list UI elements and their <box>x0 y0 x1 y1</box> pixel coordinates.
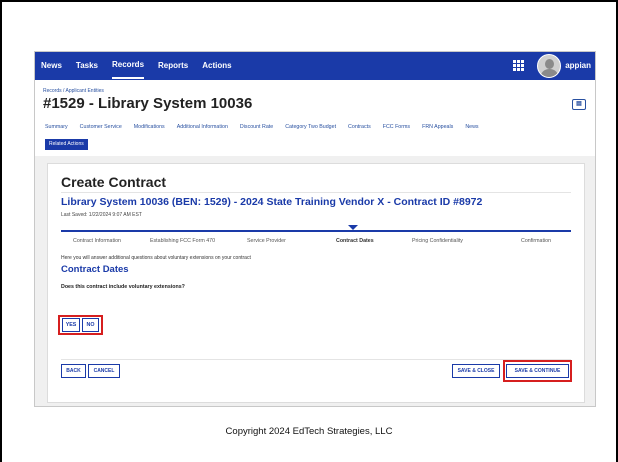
record-tabs: Summary Customer Service Modifications A… <box>45 124 491 130</box>
save-close-button[interactable]: SAVE & CLOSE <box>452 364 500 378</box>
tab-fcc-forms[interactable]: FCC Forms <box>383 124 410 130</box>
tab-summary[interactable]: Summary <box>45 124 68 130</box>
nav-reports[interactable]: Reports <box>158 52 188 80</box>
record-title: #1529 - Library System 10036 <box>43 95 253 112</box>
tab-contracts[interactable]: Contracts <box>348 124 371 130</box>
tab-additional-information[interactable]: Additional Information <box>177 124 228 130</box>
last-saved-text: Last Saved: 1/22/2024 9:07 AM EST <box>61 212 142 218</box>
top-navigation-bar: News Tasks Records Reports Actions appia… <box>35 52 595 80</box>
nav-tasks[interactable]: Tasks <box>76 52 98 80</box>
nav-actions[interactable]: Actions <box>202 52 231 80</box>
record-header: Records / Applicant Entities #1529 - Lib… <box>35 80 595 156</box>
app-grid-icon[interactable] <box>513 60 524 71</box>
divider <box>61 192 571 193</box>
instructions-text: Here you will answer additional question… <box>61 255 251 261</box>
section-heading: Contract Dates <box>61 264 129 275</box>
nav-records[interactable]: Records <box>112 53 145 79</box>
step-confirmation: Confirmation <box>521 238 552 244</box>
yes-button[interactable]: YES <box>62 318 80 332</box>
divider <box>61 359 571 360</box>
step-contract-dates: Contract Dates <box>336 238 374 244</box>
user-avatar[interactable] <box>537 54 561 78</box>
step-pricing-confidentiality: Pricing Confidentiality <box>412 238 463 244</box>
app-screenshot: News Tasks Records Reports Actions appia… <box>34 51 596 407</box>
tab-modifications[interactable]: Modifications <box>134 124 165 130</box>
breadcrumb[interactable]: Records / Applicant Entities <box>43 88 104 94</box>
tab-category-two-budget[interactable]: Category Two Budget <box>285 124 336 130</box>
save-continue-button[interactable]: SAVE & CONTINUE <box>506 364 569 378</box>
create-contract-form: Create Contract Library System 10036 (BE… <box>47 163 585 403</box>
no-button[interactable]: NO <box>82 318 99 332</box>
tab-discount-rate[interactable]: Discount Rate <box>240 124 273 130</box>
form-title: Create Contract <box>61 174 167 190</box>
tab-customer-service[interactable]: Customer Service <box>80 124 122 130</box>
tab-frn-appeals[interactable]: FRN Appeals <box>422 124 453 130</box>
cancel-button[interactable]: CANCEL <box>88 364 120 378</box>
copyright-text: Copyright 2024 EdTech Strategies, LLC <box>225 426 393 437</box>
current-step-marker <box>348 225 358 230</box>
tab-news[interactable]: News <box>465 124 478 130</box>
wizard-progress-bar <box>61 230 571 232</box>
contract-title: Library System 10036 (BEN: 1529) - 2024 … <box>61 196 483 208</box>
step-establishing-fcc-form-470: Establishing FCC Form 470 <box>150 238 216 244</box>
record-action-icon[interactable]: ▤ <box>572 99 586 110</box>
brand-logo: appian <box>565 61 591 70</box>
back-button[interactable]: BACK <box>61 364 86 378</box>
nav-news[interactable]: News <box>41 52 62 80</box>
related-actions-button[interactable]: Related Actions <box>45 139 88 150</box>
voluntary-extensions-question: Does this contract include voluntary ext… <box>61 284 185 290</box>
step-service-provider: Service Provider <box>247 238 286 244</box>
step-contract-information: Contract Information <box>73 238 121 244</box>
